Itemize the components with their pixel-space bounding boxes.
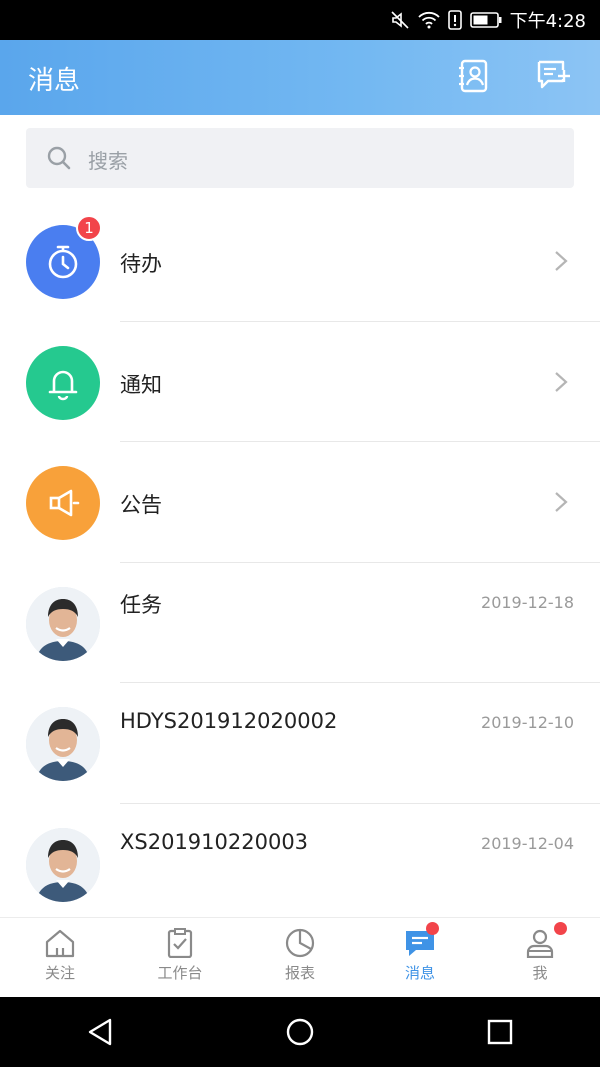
list-item-label: 通知	[120, 372, 162, 397]
notification-avatar	[26, 345, 100, 420]
tab-label: 报表	[284, 964, 315, 982]
tab-reports[interactable]: 报表	[240, 918, 360, 997]
person-photo-icon	[26, 827, 100, 902]
new-message-button[interactable]	[534, 56, 574, 96]
person-icon	[526, 929, 554, 958]
list-item-label: HDYS201912020002	[120, 709, 338, 733]
system-nav-bar	[0, 997, 600, 1067]
tab-messages[interactable]: 消息	[360, 918, 480, 997]
bottom-tab-bar: 关注 工作台 报表 消息 我	[0, 917, 600, 997]
tab-label: 我	[532, 964, 548, 982]
list-item-notification[interactable]: 通知	[0, 322, 600, 442]
chevron-right-icon	[555, 371, 568, 392]
back-triangle-icon	[88, 1018, 112, 1046]
back-button[interactable]	[70, 1002, 130, 1062]
person-photo-icon	[26, 586, 100, 661]
user-avatar	[26, 827, 100, 902]
recents-button[interactable]	[470, 1002, 530, 1062]
status-bar: 下午4:28	[0, 0, 600, 40]
page-title: 消息	[28, 66, 81, 96]
home-icon	[45, 929, 75, 958]
battery-icon	[469, 12, 502, 28]
home-button[interactable]	[270, 1002, 330, 1062]
unread-dot	[426, 922, 439, 935]
mute-icon	[390, 10, 410, 30]
user-avatar	[26, 586, 100, 661]
search-placeholder: 搜索	[88, 149, 128, 173]
tab-label: 关注	[44, 964, 75, 982]
list-item-xs[interactable]: XS201910220003 2019-12-04	[0, 804, 600, 925]
bell-icon	[48, 370, 78, 400]
tab-follow[interactable]: 关注	[0, 918, 120, 997]
tab-me[interactable]: 我	[480, 918, 600, 997]
unread-dot	[554, 922, 567, 935]
contacts-icon	[459, 59, 488, 93]
message-date: 2019-12-10	[481, 713, 574, 732]
home-circle-icon	[286, 1018, 314, 1046]
list-item-announcement[interactable]: 公告	[0, 442, 600, 563]
tab-label: 消息	[404, 964, 435, 982]
wifi-icon	[417, 11, 440, 29]
app-header: 消息	[0, 40, 600, 115]
unread-badge: 1	[76, 215, 102, 241]
recents-square-icon	[487, 1019, 513, 1045]
status-time: 下午4:28	[509, 11, 586, 32]
list-item-label: 待办	[120, 252, 162, 276]
list-item-label: 公告	[120, 493, 162, 517]
list-item-label: 任务	[120, 592, 162, 617]
tab-label: 工作台	[157, 964, 203, 982]
pie-chart-icon	[285, 928, 315, 958]
new-message-icon	[537, 60, 570, 89]
message-date: 2019-12-18	[481, 592, 574, 612]
message-list: 1 待办 通知 公告 任务 2019-12-18 HDYS20191202000…	[0, 201, 600, 924]
list-item-todo[interactable]: 1 待办	[0, 201, 600, 322]
contacts-button[interactable]	[454, 56, 494, 96]
chevron-right-icon	[555, 492, 568, 512]
tab-workbench[interactable]: 工作台	[120, 918, 240, 997]
timer-icon	[48, 245, 78, 279]
chevron-right-icon	[555, 251, 568, 271]
search-icon	[47, 146, 71, 170]
search-bar[interactable]: 搜索	[26, 128, 574, 188]
clipboard-icon	[167, 928, 193, 958]
message-date: 2019-12-04	[481, 833, 574, 853]
list-item-hdys[interactable]: HDYS201912020002 2019-12-10	[0, 683, 600, 804]
sim-alert-icon	[447, 10, 462, 30]
user-avatar	[26, 707, 100, 781]
person-photo-icon	[26, 707, 100, 781]
megaphone-icon	[49, 489, 80, 517]
announcement-avatar	[26, 466, 100, 540]
list-item-label: XS201910220003	[120, 829, 309, 854]
list-item-task[interactable]: 任务 2019-12-18	[0, 563, 600, 683]
